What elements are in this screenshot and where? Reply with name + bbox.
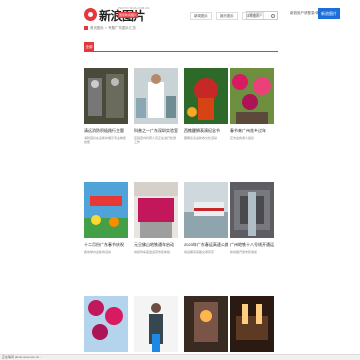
photo-desc: 消防官兵在演练中展示专业救援技能 <box>84 136 127 144</box>
photo-card[interactable] <box>184 296 228 352</box>
photo-title[interactable]: 广州地铁十八号线开通运营 <box>230 242 274 248</box>
photo-thumbnail[interactable] <box>184 296 228 352</box>
photo-card[interactable]: 春节来广州花乡过年 花市迎春游人如织 <box>230 68 274 148</box>
tab-all[interactable]: 全部 <box>84 42 94 52</box>
search-placeholder: 搜索图片 <box>249 13 263 17</box>
page: 新浪图片 PHOTO.SINA.COM.CN 国家新闻图片 新闻图片 娱乐图片 … <box>0 0 360 360</box>
photo-thumbnail[interactable] <box>84 296 128 352</box>
logo-subtitle: PHOTO.SINA.COM.CN <box>118 6 150 10</box>
photo-thumbnail[interactable] <box>230 296 274 352</box>
photo-card[interactable] <box>84 296 128 352</box>
photo-thumbnail[interactable] <box>230 182 274 238</box>
status-bar: 正在等待 photo.sina.com.cn... <box>0 354 360 360</box>
photo-card[interactable] <box>134 296 178 352</box>
photo-card[interactable]: 2023年广东春运高速公路 春运期间道路交通有序 <box>184 182 228 262</box>
breadcrumb-path[interactable]: 首页图片 > 专题广东图片汇总 <box>90 26 136 30</box>
photo-thumbnail[interactable] <box>134 296 178 352</box>
photo-desc: 醒狮表演迎新春文化活动 <box>184 136 218 140</box>
photo-thumbnail[interactable] <box>134 68 178 124</box>
photo-title[interactable]: 元旦佛山地铁通车启动 <box>134 242 178 248</box>
photo-card[interactable]: 广州地铁十八号线开通运营 新线路开通市民乘坐 <box>230 182 274 262</box>
photo-thumbnail[interactable] <box>184 182 228 238</box>
photo-desc: 春运期间道路交通有序 <box>184 250 215 254</box>
logo-badge: 国家新闻图片 <box>118 12 138 18</box>
photo-card[interactable]: 元旦佛山地铁通车启动 地铁列车首发运营市民体验 <box>134 182 178 262</box>
search-icon[interactable] <box>271 14 275 18</box>
nav-item-news[interactable]: 新闻图片 <box>190 12 212 20</box>
photo-card[interactable]: 十二月份广东春节庆祝 各地举办迎新春活动 <box>84 182 128 262</box>
photo-title[interactable]: 清远消防积极践行主题 <box>84 128 128 134</box>
photo-desc: 花市迎春游人如织 <box>230 136 255 140</box>
photo-desc: 地铁列车首发运营市民体验 <box>134 250 171 254</box>
photo-title[interactable]: 西樵醒狮表演纪念节 <box>184 128 228 134</box>
home-icon[interactable] <box>84 26 88 31</box>
photo-thumbnail[interactable] <box>184 68 228 124</box>
photo-card[interactable]: 清远消防积极践行主题 消防官兵在演练中展示专业救援技能 <box>84 68 128 148</box>
header: 新浪图片 PHOTO.SINA.COM.CN 国家新闻图片 新闻图片 娱乐图片 … <box>0 0 360 32</box>
photo-thumbnail[interactable] <box>134 182 178 238</box>
photo-title[interactable]: 春节来广州花乡过年 <box>230 128 274 134</box>
photo-thumbnail[interactable] <box>84 182 128 238</box>
login-button[interactable]: 新浪图片 <box>318 8 340 19</box>
photo-card[interactable]: 西樵醒狮表演纪念节 醒狮表演迎新春文化活动 <box>184 68 228 148</box>
photo-desc: 各地举办迎新春活动 <box>84 250 112 254</box>
breadcrumb: 首页图片 > 专题广东图片汇总 <box>84 26 136 31</box>
photo-card[interactable]: 科普之一广东深圳实验室 实验室内科研人员正在进行检测工作 <box>134 68 178 148</box>
photo-thumbnail[interactable] <box>84 68 128 124</box>
photo-card[interactable] <box>230 296 274 352</box>
photo-desc: 实验室内科研人员正在进行检测工作 <box>134 136 177 144</box>
photo-title[interactable]: 2023年广东春运高速公路 <box>184 242 228 248</box>
photo-desc: 新线路开通市民乘坐 <box>230 250 258 254</box>
photo-title[interactable]: 科普之一广东深圳实验室 <box>134 128 178 134</box>
photo-thumbnail[interactable] <box>230 68 274 124</box>
photo-title[interactable]: 十二月份广东春节庆祝 <box>84 242 128 248</box>
nav-item-ent[interactable]: 娱乐图片 <box>216 12 238 20</box>
sina-eye-icon <box>84 8 97 21</box>
search-input[interactable]: 搜索图片 <box>246 11 278 20</box>
tab-bar: 全部 <box>84 42 278 52</box>
